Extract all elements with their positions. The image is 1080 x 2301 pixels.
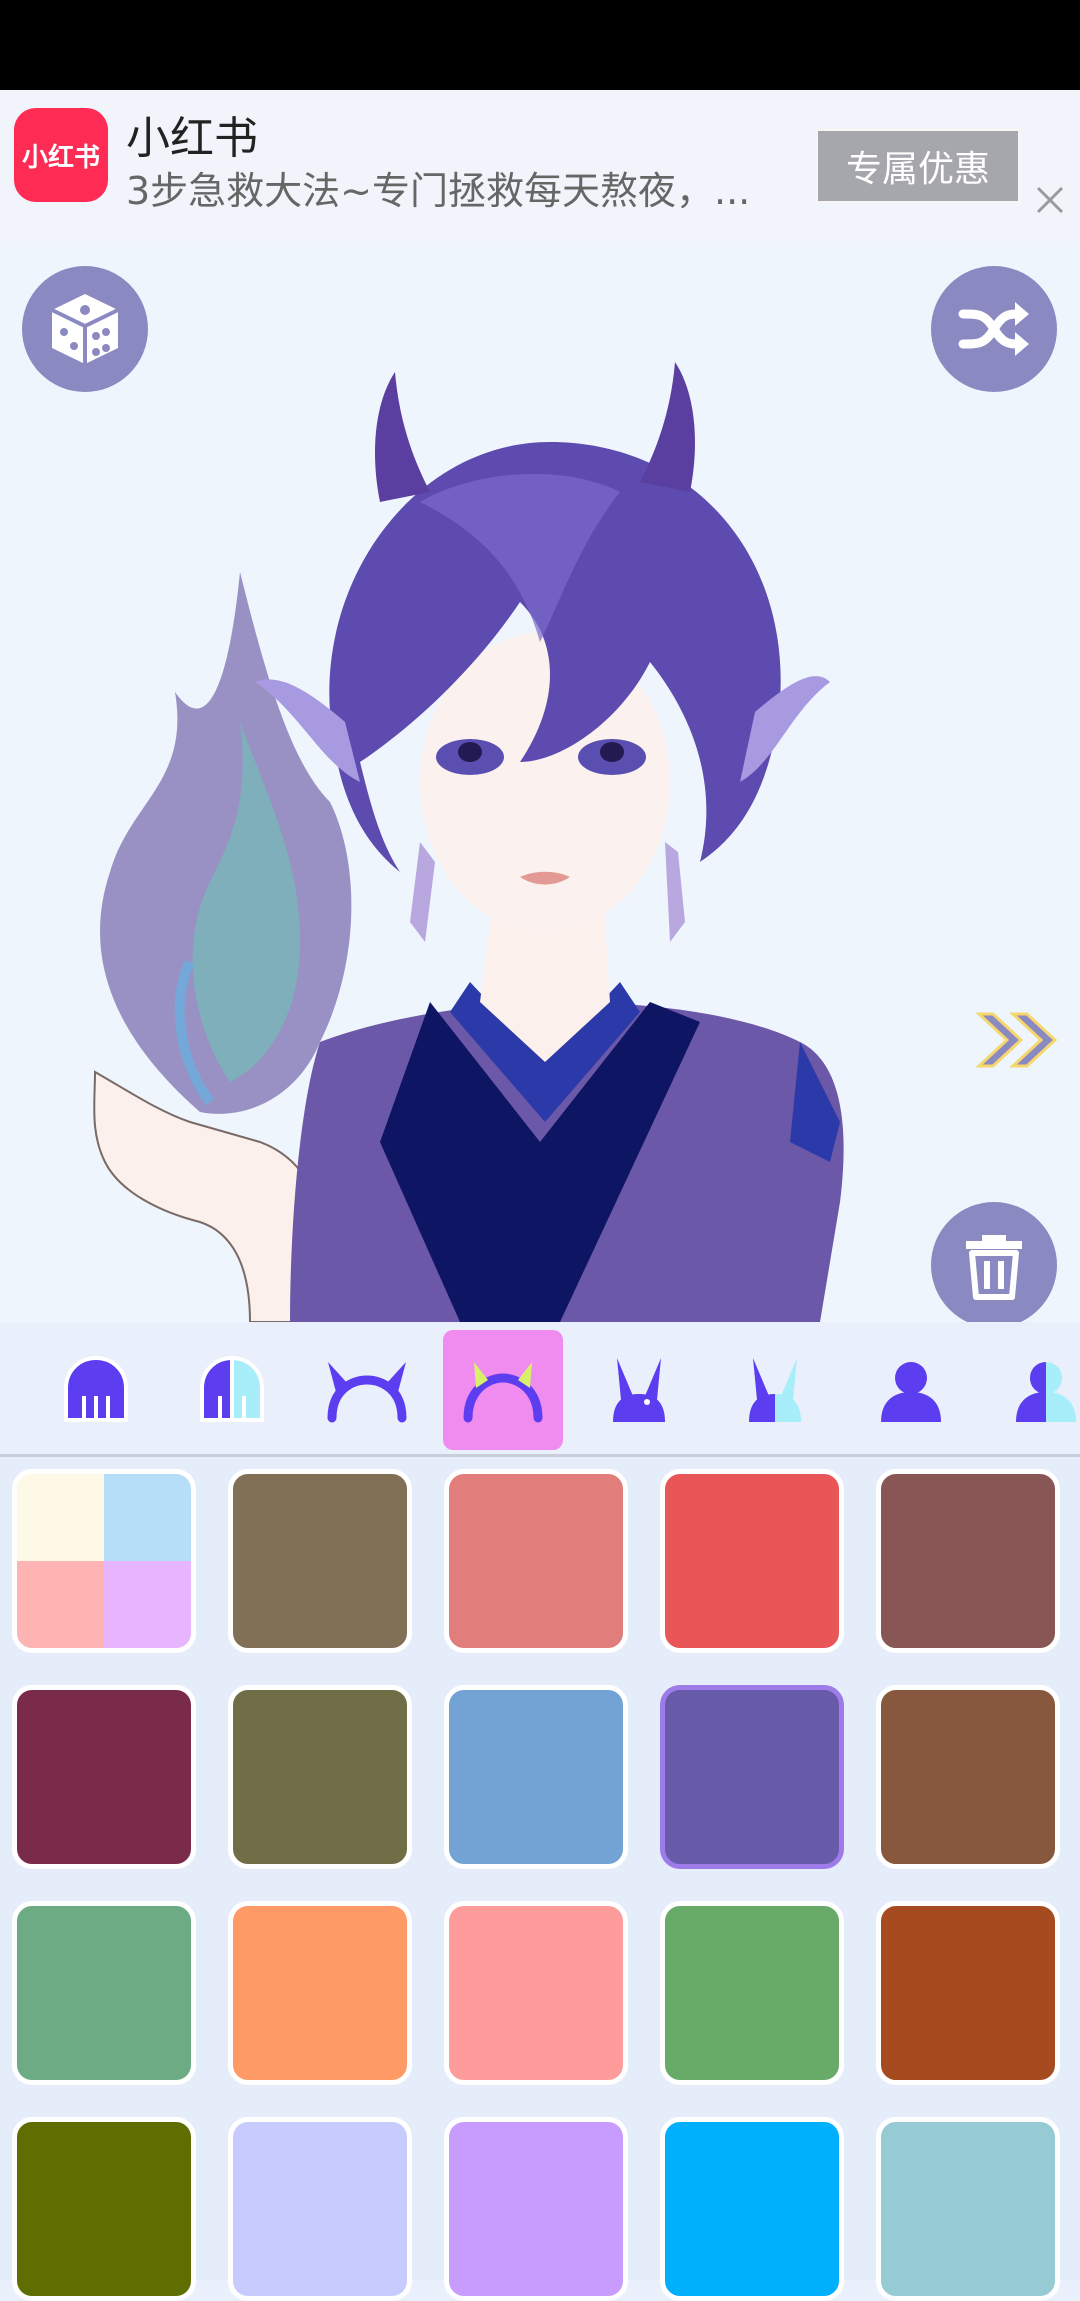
- status-bar: [0, 0, 1080, 90]
- color-palette: [0, 1457, 1080, 2301]
- body-split-color-icon: [1016, 1362, 1076, 1422]
- tab-bunny-ears-split[interactable]: [715, 1330, 835, 1450]
- tab-body[interactable]: [851, 1330, 971, 1450]
- color-swatch[interactable]: [876, 1469, 1060, 1653]
- double-chevron-right-icon[interactable]: [975, 1010, 1065, 1070]
- tab-hair-front[interactable]: [36, 1330, 156, 1450]
- random-button[interactable]: [22, 266, 148, 392]
- color-swatch[interactable]: [876, 2117, 1060, 2301]
- bunny-ears-icon: [613, 1358, 665, 1422]
- color-swatch[interactable]: [228, 1685, 412, 1869]
- horns-icon: [327, 1362, 407, 1423]
- shuffle-button[interactable]: [931, 266, 1057, 392]
- delete-button[interactable]: [931, 1202, 1057, 1322]
- tab-bunny-ears[interactable]: [579, 1330, 699, 1450]
- color-swatch[interactable]: [876, 1685, 1060, 1869]
- tab-body-split[interactable]: [986, 1330, 1080, 1450]
- ad-app-name[interactable]: 小红书: [126, 102, 258, 166]
- color-swatch-quadrant: [17, 1561, 104, 1648]
- category-tab-bar: [0, 1322, 1080, 1457]
- ad-cta-button[interactable]: 专属优惠: [815, 128, 1021, 204]
- color-swatch[interactable]: [444, 1685, 628, 1869]
- body-silhouette-icon: [881, 1362, 941, 1422]
- ad-app-logo[interactable]: 小红书: [14, 108, 108, 202]
- bunny-ears-split-color-icon: [749, 1358, 801, 1422]
- hair-front-icon: [64, 1355, 128, 1422]
- hair-split-color-icon: [200, 1355, 264, 1422]
- ad-banner[interactable]: 小红书 小红书 3步急救大法~专门拯救每天熬夜，... 专属优惠 ▂▅▃ 广告: [0, 90, 1080, 336]
- color-swatch-quadrant: [104, 1561, 191, 1648]
- color-swatch[interactable]: [228, 2117, 412, 2301]
- close-icon[interactable]: [1032, 182, 1068, 218]
- color-swatch[interactable]: [660, 1901, 844, 2085]
- trash-icon: [966, 1235, 1022, 1300]
- color-swatch[interactable]: [12, 1901, 196, 2085]
- dice-icon: [51, 294, 119, 364]
- color-swatch[interactable]: [12, 1685, 196, 1869]
- avatar-canvas: [0, 242, 1080, 1322]
- color-swatch-quadrant: [17, 1474, 104, 1561]
- tab-hair-front-split[interactable]: [172, 1330, 292, 1450]
- tab-horns[interactable]: [307, 1330, 427, 1450]
- headband-horns-icon: [463, 1362, 543, 1423]
- color-swatch[interactable]: [12, 2117, 196, 2301]
- color-swatch[interactable]: [444, 1469, 628, 1653]
- color-swatch[interactable]: [660, 1685, 844, 1869]
- color-swatch[interactable]: [228, 1469, 412, 1653]
- color-swatch-quadrant: [104, 1474, 191, 1561]
- color-swatch[interactable]: [444, 2117, 628, 2301]
- color-swatch[interactable]: [12, 1469, 196, 1653]
- tab-headband-horns[interactable]: [443, 1330, 563, 1450]
- color-swatch[interactable]: [876, 1901, 1060, 2085]
- color-swatch[interactable]: [660, 1469, 844, 1653]
- avatar-character-illustration: [93, 362, 844, 1322]
- shuffle-icon: [958, 302, 1029, 356]
- color-swatch[interactable]: [660, 2117, 844, 2301]
- ad-description[interactable]: 3步急救大法~专门拯救每天熬夜，...: [126, 160, 786, 215]
- color-swatch[interactable]: [444, 1901, 628, 2085]
- color-swatch[interactable]: [228, 1901, 412, 2085]
